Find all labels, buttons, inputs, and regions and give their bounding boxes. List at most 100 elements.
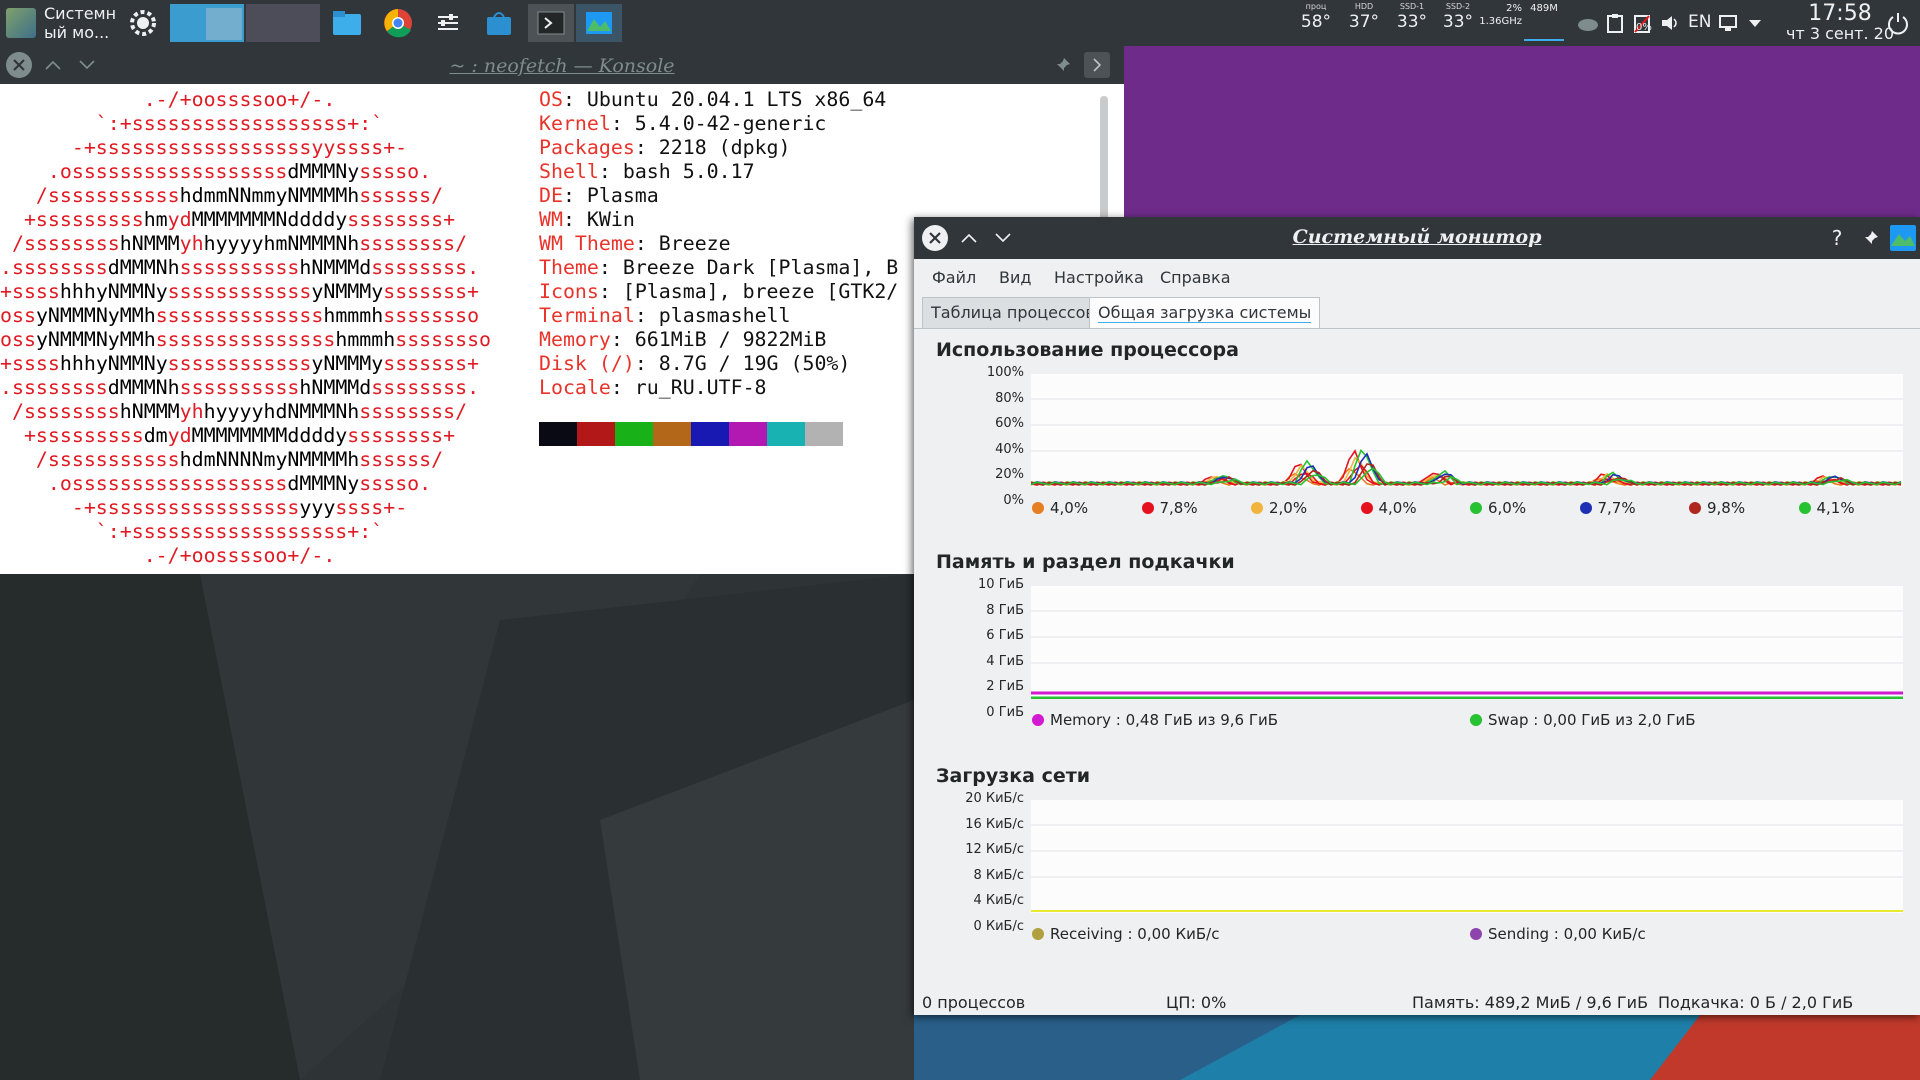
info-line: Packages: 2218 (dpkg) bbox=[539, 136, 791, 159]
menu-view[interactable]: Вид bbox=[999, 268, 1031, 287]
system-monitor-titlebar[interactable]: Системный монитор ? bbox=[914, 217, 1920, 259]
y-tick-label: 0% bbox=[1003, 492, 1024, 508]
y-tick-label: 8 ГиБ bbox=[986, 602, 1024, 618]
y-tick-label: 10 ГиБ bbox=[978, 577, 1024, 592]
legend-dot bbox=[1032, 502, 1044, 514]
system-monitor-window: Системный монитор ? Файл Вид Настройка С… bbox=[914, 217, 1920, 1015]
y-tick-label: 4 КиБ/с bbox=[973, 893, 1024, 908]
legend-dot bbox=[1470, 928, 1482, 940]
cpu-series-line bbox=[1031, 452, 1902, 486]
chrome-icon[interactable] bbox=[383, 8, 413, 38]
battery-icon[interactable]: 0% bbox=[1628, 8, 1656, 38]
konsole-titlebar[interactable]: ~ : neofetch — Konsole bbox=[0, 46, 1124, 84]
palette-swatch bbox=[615, 422, 653, 446]
system-load-panel: Использование процессора 100% 80% 60% 40% 20… bbox=[914, 328, 1920, 975]
legend-label: 4,0% bbox=[1050, 499, 1089, 517]
sysmon-app-menu-button[interactable] bbox=[1890, 225, 1916, 251]
power-icon[interactable] bbox=[1882, 8, 1914, 38]
sysmon-help-button[interactable]: ? bbox=[1824, 225, 1850, 251]
system-tray-expand-icon[interactable] bbox=[1742, 8, 1768, 38]
sysmon-pin-button[interactable] bbox=[1858, 225, 1884, 251]
legend-dot bbox=[1360, 502, 1373, 514]
legend-label: 7,8% bbox=[1159, 499, 1198, 517]
logo-line: `:+ssssssssssssssssss+:` bbox=[0, 520, 384, 543]
info-line: Disk (/): 8.7G / 19G (50%) bbox=[539, 352, 851, 375]
menu-file[interactable]: Файл bbox=[932, 268, 976, 287]
cpu-usage-plot bbox=[1031, 373, 1903, 487]
info-line: Shell: bash 5.0.17 bbox=[539, 160, 755, 183]
logo-line: .-/+oossssoo+/-. bbox=[0, 88, 336, 111]
y-tick-label: 20% bbox=[995, 467, 1024, 482]
weather-icon[interactable] bbox=[1574, 8, 1602, 38]
network-icon[interactable] bbox=[1714, 8, 1742, 38]
system-monitor-icon bbox=[1891, 234, 1915, 246]
konsole-pin-button[interactable] bbox=[1050, 52, 1076, 78]
menu-settings[interactable]: Настройка bbox=[1054, 268, 1144, 287]
legend-dot bbox=[1798, 502, 1811, 514]
legend-item: Sending : 0,00 КиБ/с bbox=[1470, 925, 1646, 943]
info-line: Icons: [Plasma], breeze [GTK2/ bbox=[539, 280, 899, 303]
legend-item: 4,0% bbox=[1032, 499, 1088, 517]
legend-item: Swap : 0,00 ГиБ из 2,0 ГиБ bbox=[1470, 711, 1696, 729]
y-tick-label: 60% bbox=[995, 416, 1024, 431]
legend-item: 2,0% bbox=[1251, 499, 1307, 517]
info-line: Theme: Breeze Dark [Plasma], B bbox=[539, 256, 899, 279]
settings-sliders-icon[interactable] bbox=[433, 8, 463, 38]
chevron-right-icon bbox=[1093, 58, 1102, 72]
status-cpu: ЦП: 0% bbox=[1166, 993, 1227, 1012]
volume-icon[interactable] bbox=[1656, 8, 1684, 38]
status-memory: Память: 489,2 МиБ / 9,6 ГиБ bbox=[1412, 993, 1649, 1012]
clipboard-icon[interactable] bbox=[1602, 8, 1628, 38]
logo-line: .-/+oossssoo+/-. bbox=[0, 544, 336, 567]
file-manager-icon[interactable] bbox=[332, 8, 362, 38]
legend-item: 7,7% bbox=[1579, 499, 1636, 517]
virtual-desktop-pager[interactable] bbox=[170, 4, 320, 42]
legend-dot bbox=[1470, 714, 1482, 726]
legend-label: Swap : 0,00 ГиБ из 2,0 ГиБ bbox=[1488, 711, 1696, 729]
legend-item: 9,8% bbox=[1689, 499, 1745, 517]
info-line: Terminal: plasmashell bbox=[539, 304, 791, 327]
cpu-series-line bbox=[1031, 448, 1902, 486]
tab-process-table[interactable]: Таблица процессов bbox=[922, 297, 1104, 329]
palette-swatch bbox=[767, 422, 805, 446]
y-tick-label: 20 КиБ/с bbox=[965, 791, 1024, 806]
system-monitor-launcher-icon[interactable] bbox=[576, 4, 622, 42]
memory-used: 489M bbox=[1530, 3, 1558, 14]
palette-swatch bbox=[805, 422, 843, 446]
palette-swatch bbox=[691, 422, 729, 446]
y-tick-label: 16 КиБ/с bbox=[965, 816, 1024, 832]
desktop-2[interactable] bbox=[246, 4, 320, 42]
info-line: Memory: 661MiB / 9822MiB bbox=[539, 328, 827, 351]
y-tick-label: 100% bbox=[986, 365, 1024, 380]
logo-line: /ssssssssssshdmmNNmmyNMMMMhssssss/ bbox=[0, 184, 444, 207]
software-store-icon[interactable] bbox=[484, 8, 514, 38]
legend-item: 4,1% bbox=[1798, 499, 1855, 517]
legend-label: 4,1% bbox=[1816, 499, 1855, 517]
status-processes: 0 процессов bbox=[922, 993, 1026, 1012]
legend-dot bbox=[1141, 502, 1154, 514]
pin-icon bbox=[1057, 58, 1070, 71]
legend-dot bbox=[1032, 714, 1044, 726]
clock-time[interactable]: 17:58 bbox=[1785, 1, 1895, 26]
logo-line: +sssssssssdmydMMMMMMMMddddyssssssss+ bbox=[0, 424, 456, 447]
tab-system-load[interactable]: Общая загрузка системы bbox=[1089, 297, 1321, 328]
cpu-series-line bbox=[1031, 449, 1902, 486]
top-panel: Системн ый мо... проц 58° HDD 37° SSD-1 … bbox=[0, 0, 1920, 46]
y-tick-label: 6 ГиБ bbox=[986, 628, 1024, 643]
legend-dot bbox=[1032, 928, 1044, 940]
konsole-icon[interactable] bbox=[528, 4, 574, 42]
desktop-1[interactable] bbox=[170, 4, 244, 42]
keyboard-layout[interactable]: EN bbox=[1688, 12, 1711, 32]
application-menu-icon[interactable] bbox=[128, 8, 158, 38]
logo-line: .ssssssssdMMMNhsssssssssshNMMMdssssssss. bbox=[0, 256, 480, 279]
konsole-menu-button[interactable] bbox=[1084, 52, 1110, 78]
cpu-section-title: Использование процессора bbox=[936, 339, 1239, 361]
info-line: WM: KWin bbox=[539, 208, 635, 231]
menu-help[interactable]: Справка bbox=[1160, 268, 1231, 287]
legend-label: 2,0% bbox=[1269, 499, 1308, 517]
logo-line: -+ssssssssssssssssssyyssss+- bbox=[0, 136, 408, 159]
legend-dot bbox=[1470, 502, 1482, 514]
legend-item: 6,0% bbox=[1470, 499, 1526, 517]
logo-line: /sssssssshNMMMyhhyyyyhmNMMMNhssssssss/ bbox=[0, 232, 468, 255]
y-tick-label: 80% bbox=[995, 390, 1024, 406]
